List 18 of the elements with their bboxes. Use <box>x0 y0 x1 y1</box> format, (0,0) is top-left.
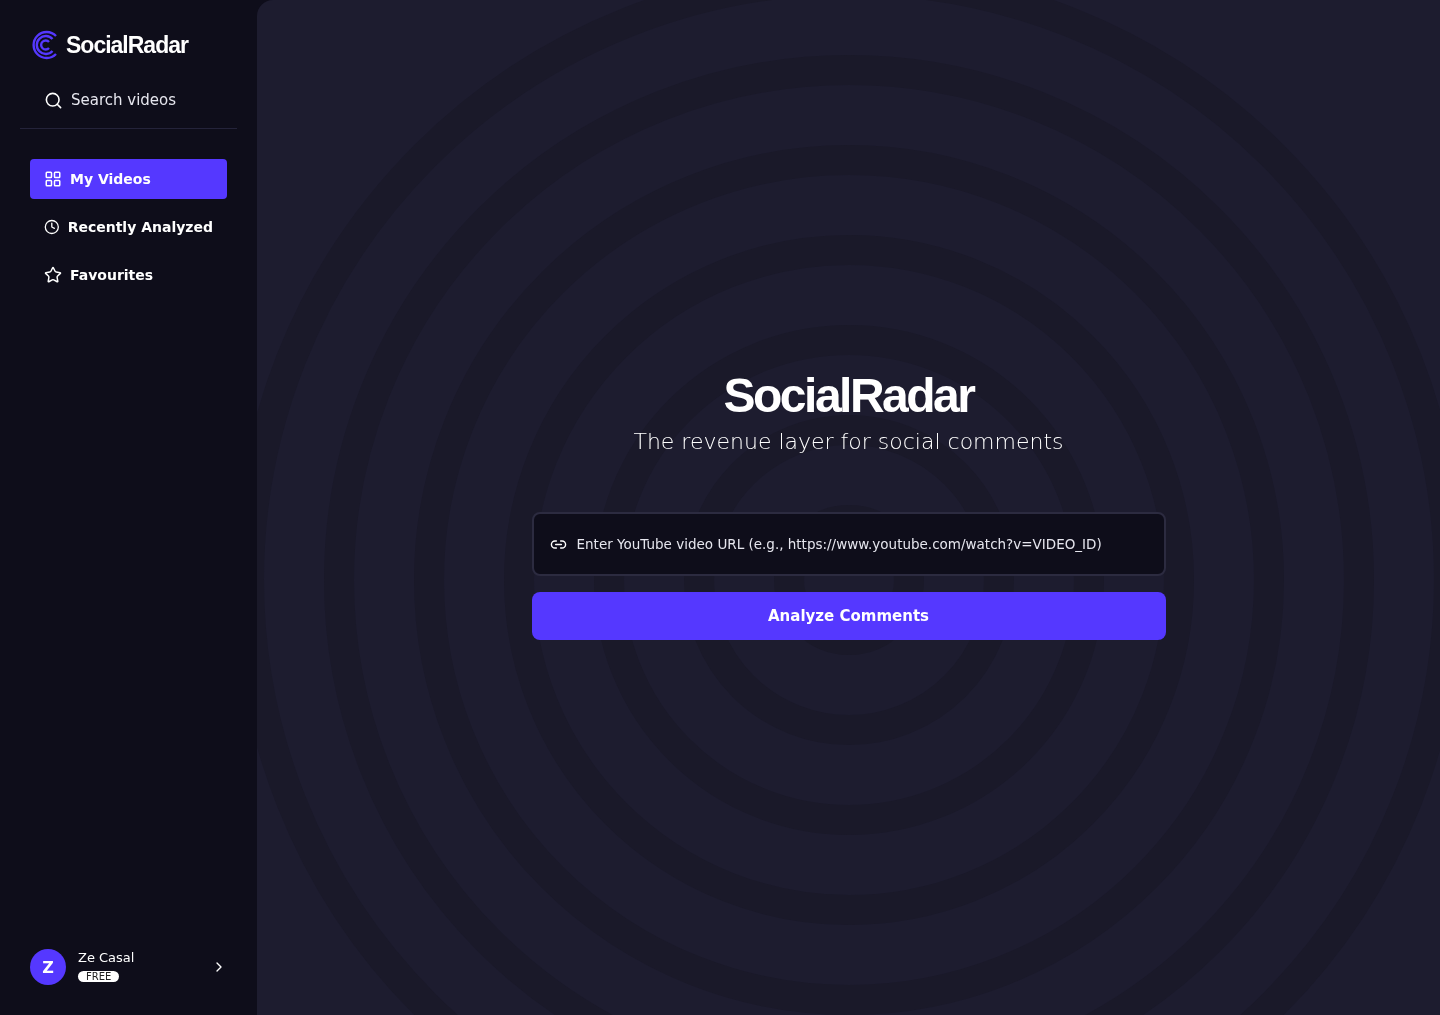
url-input[interactable]: Enter YouTube video URL (e.g., https://www.youtube.com/watch?v=VIDEO_ID) <box>576 524 1148 564</box>
app-title: SocialRadar <box>723 368 974 423</box>
plan-badge: FREE <box>78 971 120 982</box>
nav-item[interactable]: Favourites <box>30 255 227 295</box>
clock-icon <box>44 218 60 236</box>
star-icon <box>44 266 62 284</box>
brand-name: SocialRadar <box>66 31 188 59</box>
nav-item[interactable]: Recently Analyzed <box>30 207 227 247</box>
tagline: The revenue layer for social comments <box>633 429 1064 454</box>
search-field[interactable]: Search videos <box>71 91 221 109</box>
grid-icon <box>44 170 62 188</box>
analyze-button[interactable]: Analyze Comments <box>531 592 1166 640</box>
radar-logo-icon <box>30 30 60 60</box>
user-avatar: Z <box>30 949 66 985</box>
url-field[interactable]: Enter YouTube video URL (e.g., https://www.youtube.com/watch?v=VIDEO_ID) <box>531 512 1166 576</box>
search-icon <box>44 90 63 110</box>
nav-item[interactable]: My Videos <box>30 159 227 199</box>
user-name: Ze Casal <box>78 950 135 965</box>
